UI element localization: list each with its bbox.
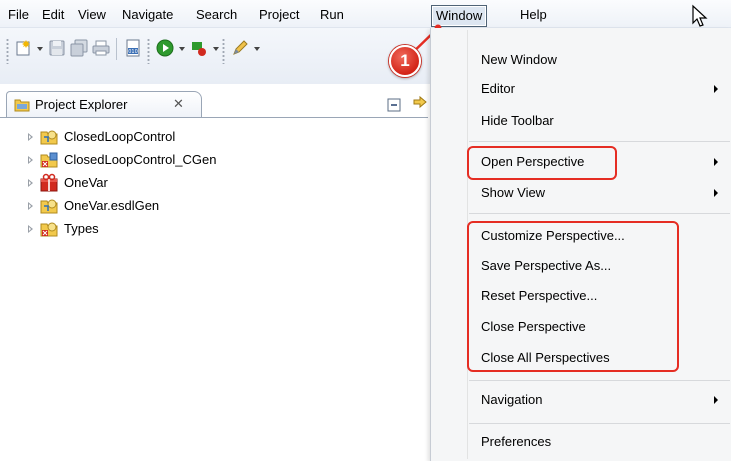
project-gen-icon	[40, 152, 58, 168]
menu-separator	[469, 141, 730, 142]
save-all-icon[interactable]	[70, 39, 88, 57]
folder-icon	[14, 99, 30, 112]
menu-project[interactable]: Project	[259, 6, 299, 24]
menu-help[interactable]: Help	[520, 6, 547, 24]
project-label: ClosedLoopControl_CGen	[64, 152, 217, 167]
project-gift-icon	[40, 173, 58, 192]
expand-arrow-icon[interactable]	[28, 225, 33, 233]
project-ref-icon	[40, 199, 58, 214]
expand-arrow-icon[interactable]	[28, 202, 33, 210]
menu-item-preferences[interactable]: Preferences	[481, 434, 551, 449]
highlight-perspective-actions	[467, 221, 679, 372]
menu-navigate[interactable]: Navigate	[122, 6, 173, 24]
menu-separator	[469, 423, 730, 424]
menu-file[interactable]: File	[8, 6, 29, 24]
external-tools-icon[interactable]	[190, 39, 208, 57]
toolbar-separator	[116, 38, 117, 60]
menu-item-navigation[interactable]: Navigation	[481, 392, 542, 407]
project-label: ClosedLoopControl	[64, 129, 176, 144]
window-menu-dropdown: New Window Editor Hide Toolbar Open Pers…	[430, 28, 731, 461]
menu-separator	[469, 213, 730, 214]
expand-arrow-icon[interactable]	[28, 133, 33, 141]
menu-item-show-view[interactable]: Show View	[481, 185, 545, 200]
menu-item-editor[interactable]: Editor	[481, 81, 515, 96]
pencil-dropdown-arrow[interactable]	[254, 47, 260, 51]
submenu-arrow-icon	[714, 189, 718, 197]
mouse-cursor-icon	[692, 4, 708, 27]
project-ref-icon	[40, 130, 58, 145]
submenu-arrow-icon	[714, 158, 718, 166]
explorer-divider	[0, 117, 428, 118]
svg-text:010: 010	[128, 49, 138, 55]
menu-edit[interactable]: Edit	[42, 6, 64, 24]
project-explorer-header: Project Explorer ✕	[0, 88, 428, 118]
binary-file-icon[interactable]: 010	[124, 39, 142, 57]
expand-arrow-icon[interactable]	[28, 179, 33, 187]
menu-search[interactable]: Search	[196, 6, 237, 24]
project-explorer-title: Project Explorer	[35, 97, 128, 112]
highlight-open-perspective	[467, 146, 617, 180]
print-icon[interactable]	[92, 39, 110, 57]
run-icon[interactable]	[156, 39, 174, 57]
new-wizard-icon[interactable]	[15, 39, 33, 57]
submenu-arrow-icon	[714, 396, 718, 404]
project-explorer-tab[interactable]: Project Explorer ✕	[6, 91, 202, 118]
menu-bar: File Edit View Navigate Search Project R…	[0, 0, 731, 28]
menu-separator	[469, 380, 730, 381]
toolbar-grip[interactable]	[222, 38, 225, 64]
project-label: OneVar.esdlGen	[64, 198, 160, 213]
menu-view[interactable]: View	[78, 6, 106, 24]
submenu-arrow-icon	[714, 85, 718, 93]
project-label: OneVar	[64, 175, 108, 190]
toolbar-grip[interactable]	[6, 38, 9, 64]
pencil-icon[interactable]	[231, 39, 249, 57]
project-label: Types	[64, 221, 99, 236]
menu-item-new-window[interactable]: New Window	[481, 52, 557, 67]
menu-window[interactable]: Window	[431, 5, 488, 27]
toolbar-grip[interactable]	[147, 38, 150, 64]
collapse-all-icon[interactable]	[387, 98, 401, 112]
menu-item-hide-toolbar[interactable]: Hide Toolbar	[481, 113, 554, 128]
project-ref-error-icon	[40, 222, 58, 237]
new-dropdown-arrow[interactable]	[37, 47, 43, 51]
link-with-editor-icon[interactable]	[412, 94, 428, 112]
menu-run[interactable]: Run	[320, 6, 344, 24]
expand-arrow-icon[interactable]	[28, 156, 33, 164]
step-number-badge: 1	[389, 45, 421, 77]
external-tools-dropdown-arrow[interactable]	[213, 47, 219, 51]
run-dropdown-arrow[interactable]	[179, 47, 185, 51]
close-icon[interactable]: ✕	[173, 96, 184, 112]
save-icon[interactable]	[48, 39, 66, 57]
